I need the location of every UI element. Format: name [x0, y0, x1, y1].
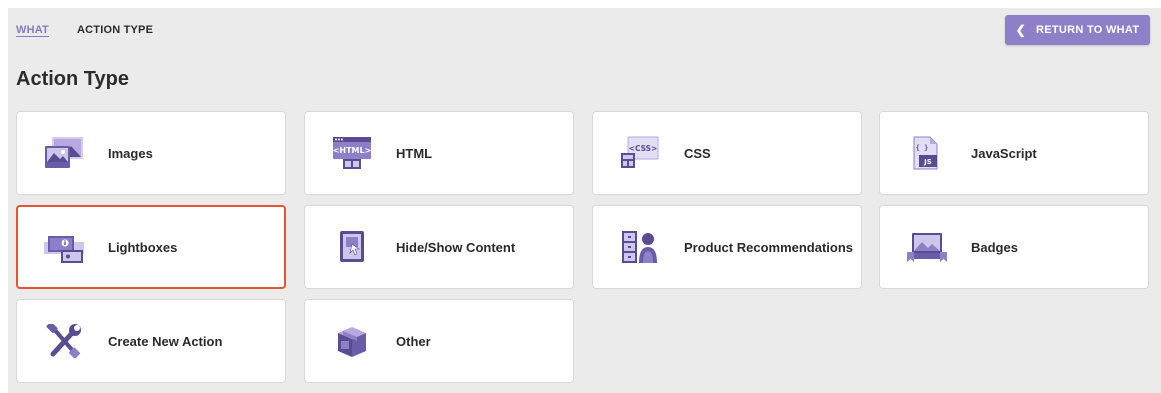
javascript-braces-text: { }	[916, 144, 929, 152]
action-card-label: JavaScript	[971, 145, 1037, 161]
breadcrumb: WHAT ACTION TYPE	[16, 24, 153, 36]
product-recommendations-icon	[622, 231, 657, 263]
html-icon: <HTML>	[333, 137, 372, 169]
hide-show-icon	[340, 231, 364, 262]
action-card-css[interactable]: <CSS> CSS	[592, 111, 862, 195]
action-card-lightboxes[interactable]: Lightboxes	[16, 205, 286, 289]
html-icon-text: <HTML>	[333, 146, 372, 155]
javascript-icon: { } JS	[913, 136, 938, 170]
action-card-label: CSS	[684, 145, 711, 161]
box-icon	[338, 327, 366, 357]
action-card-javascript[interactable]: { } JS JavaScript	[879, 111, 1149, 195]
chevron-left-icon: ❮	[1015, 23, 1026, 37]
css-icon: <CSS>	[621, 136, 659, 168]
breadcrumb-current: ACTION TYPE	[76, 24, 154, 36]
action-card-images[interactable]: Images	[16, 111, 286, 195]
action-card-label: Product Recommendations	[684, 239, 854, 255]
action-card-label: HTML	[396, 145, 433, 161]
action-card-label: Images	[108, 145, 153, 161]
return-to-what-button[interactable]: ❮ RETURN TO WHAT	[1005, 15, 1150, 45]
action-card-html[interactable]: <HTML> HTML	[304, 111, 574, 195]
action-card-other[interactable]: Other	[304, 299, 574, 383]
action-card-create-new-action[interactable]: Create New Action	[16, 299, 286, 383]
action-type-panel: WHAT ACTION TYPE ❮ RETURN TO WHAT Action…	[8, 8, 1161, 393]
action-card-label: Badges	[971, 239, 1018, 255]
action-card-label: Create New Action	[108, 333, 223, 349]
action-card-label: Hide/Show Content	[396, 239, 516, 255]
lightboxes-icon	[44, 236, 84, 263]
action-card-product-recommendations[interactable]: Product Recommendations	[592, 205, 862, 289]
badges-icon	[907, 233, 947, 262]
page-title: Action Type	[16, 68, 129, 90]
action-card-label: Lightboxes	[108, 239, 178, 255]
action-card-hide-show-content[interactable]: Hide/Show Content	[304, 205, 574, 289]
breadcrumb-what-link[interactable]: WHAT	[16, 24, 49, 36]
return-button-label: RETURN TO WHAT	[1035, 24, 1140, 36]
action-card-label: Other	[396, 333, 431, 349]
images-icon	[45, 137, 83, 168]
tools-icon	[46, 324, 81, 358]
action-card-badges[interactable]: Badges	[879, 205, 1149, 289]
javascript-js-text: JS	[923, 158, 932, 166]
css-icon-text: <CSS>	[629, 144, 658, 153]
